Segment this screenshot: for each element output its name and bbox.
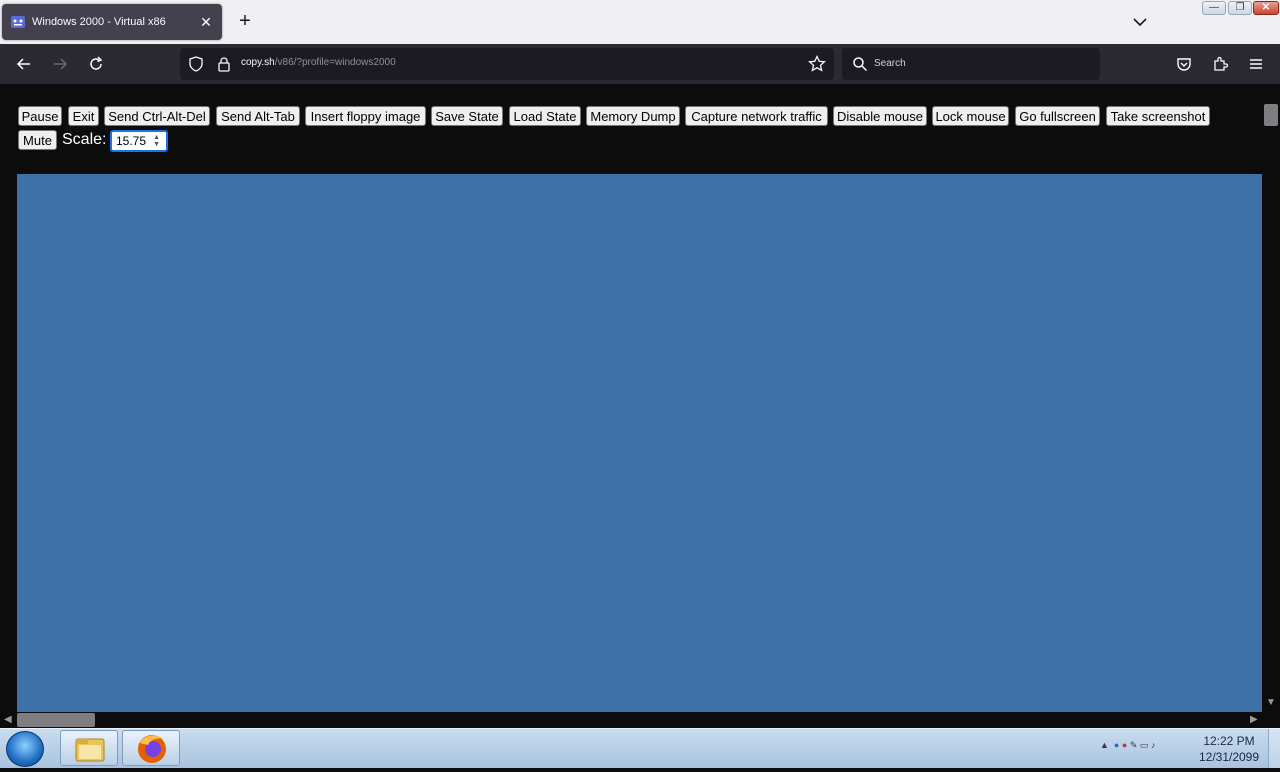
reload-icon bbox=[90, 56, 103, 70]
start-button-windows-logo-icon[interactable] bbox=[6, 731, 44, 767]
v86-favicon-icon bbox=[11, 16, 25, 28]
scale-input[interactable]: 15.75 ▲ ▼ bbox=[110, 130, 168, 152]
tracking-protection-shield-icon[interactable] bbox=[188, 56, 204, 72]
extensions-button[interactable] bbox=[1208, 52, 1232, 76]
search-bar[interactable]: Search bbox=[842, 48, 1100, 80]
navigation-toolbar: copy.sh/v86/?profile=windows2000 Search bbox=[0, 44, 1280, 84]
url-host: copy.sh bbox=[241, 57, 275, 68]
exit-button[interactable]: Exit bbox=[68, 106, 99, 126]
forward-button[interactable] bbox=[48, 52, 72, 76]
firefox-icon bbox=[138, 735, 166, 763]
send-alt-tab-button[interactable]: Send Alt-Tab bbox=[216, 106, 300, 126]
folder-icon bbox=[75, 738, 105, 762]
horizontal-scrollbar[interactable] bbox=[0, 712, 1262, 728]
taskbar bbox=[0, 728, 1280, 768]
spinner-arrows-icon[interactable]: ▲ ▼ bbox=[153, 134, 160, 148]
vertical-scrollbar[interactable] bbox=[1262, 84, 1280, 712]
scale-value: 15.75 bbox=[116, 134, 147, 148]
browser-tab[interactable]: Windows 2000 - Virtual x86 ✕ bbox=[2, 4, 222, 40]
scroll-down-arrow-icon[interactable]: ▼ bbox=[1266, 697, 1276, 708]
save-state-button[interactable]: Save State bbox=[431, 106, 503, 126]
insert-floppy-image-button[interactable]: Insert floppy image bbox=[305, 106, 426, 126]
forward-arrow-icon bbox=[54, 58, 68, 70]
memory-dump-button[interactable]: Memory Dump bbox=[586, 106, 680, 126]
list-all-tabs-icon[interactable] bbox=[1130, 12, 1150, 32]
disable-mouse-button[interactable]: Disable mouse bbox=[833, 106, 927, 126]
tab-title: Windows 2000 - Virtual x86 bbox=[32, 16, 166, 28]
search-icon bbox=[853, 57, 868, 72]
taskbar-firefox-button[interactable] bbox=[122, 730, 180, 766]
app-menu-button[interactable] bbox=[1244, 52, 1268, 76]
clock-date: 12/31/2099 bbox=[1198, 750, 1260, 764]
mute-button[interactable]: Mute bbox=[18, 130, 57, 150]
hamburger-menu-icon bbox=[1250, 59, 1262, 69]
capture-network-traffic-button[interactable]: Capture network traffic bbox=[685, 106, 828, 126]
pocket-button[interactable] bbox=[1172, 52, 1196, 76]
show-desktop-button[interactable] bbox=[1268, 729, 1280, 768]
minimize-button[interactable]: — bbox=[1202, 1, 1226, 15]
system-tray-icons[interactable]: ▲ ● ● ✎ ▭ ♪ bbox=[1100, 740, 1155, 751]
emulator-screen[interactable] bbox=[17, 174, 1263, 712]
scroll-right-arrow-icon[interactable]: ▶ bbox=[1250, 714, 1258, 725]
load-state-button[interactable]: Load State bbox=[509, 106, 581, 126]
search-placeholder: Search bbox=[874, 58, 906, 69]
tab-strip: Windows 2000 - Virtual x86 ✕ + — ❐ ✕ bbox=[0, 0, 1280, 44]
send-ctrl-alt-del-button[interactable]: Send Ctrl-Alt-Del bbox=[104, 106, 210, 126]
url-path: /v86/?profile=windows2000 bbox=[274, 57, 396, 68]
clock-time: 12:22 PM bbox=[1203, 734, 1255, 748]
horizontal-scrollbar-thumb[interactable] bbox=[17, 713, 95, 727]
take-screenshot-button[interactable]: Take screenshot bbox=[1106, 106, 1210, 126]
back-arrow-icon bbox=[16, 58, 30, 70]
lock-mouse-button[interactable]: Lock mouse bbox=[932, 106, 1009, 126]
reload-button[interactable] bbox=[84, 52, 108, 76]
pocket-icon bbox=[1177, 58, 1191, 71]
url-bar[interactable]: copy.sh/v86/?profile=windows2000 bbox=[180, 48, 834, 80]
new-tab-button[interactable]: + bbox=[234, 10, 256, 32]
taskbar-clock[interactable]: 12:22 PM 12/31/2099 bbox=[1196, 733, 1262, 765]
puzzle-icon bbox=[1214, 56, 1228, 71]
restore-button[interactable]: ❐ bbox=[1228, 1, 1252, 15]
url-text[interactable]: copy.sh/v86/?profile=windows2000 bbox=[241, 57, 396, 68]
bookmark-star-icon[interactable] bbox=[808, 55, 826, 73]
go-fullscreen-button[interactable]: Go fullscreen bbox=[1015, 106, 1100, 126]
window-close-button[interactable]: ✕ bbox=[1253, 1, 1279, 15]
back-button[interactable] bbox=[12, 52, 36, 76]
pause-button[interactable]: Pause bbox=[18, 106, 62, 126]
scroll-left-arrow-icon[interactable]: ◀ bbox=[4, 714, 12, 725]
scale-label: Scale: bbox=[62, 131, 107, 148]
taskbar-explorer-button[interactable] bbox=[60, 730, 118, 766]
vertical-scrollbar-thumb[interactable] bbox=[1264, 104, 1278, 126]
lock-icon[interactable] bbox=[216, 56, 232, 72]
tab-close-icon[interactable]: ✕ bbox=[198, 14, 214, 31]
